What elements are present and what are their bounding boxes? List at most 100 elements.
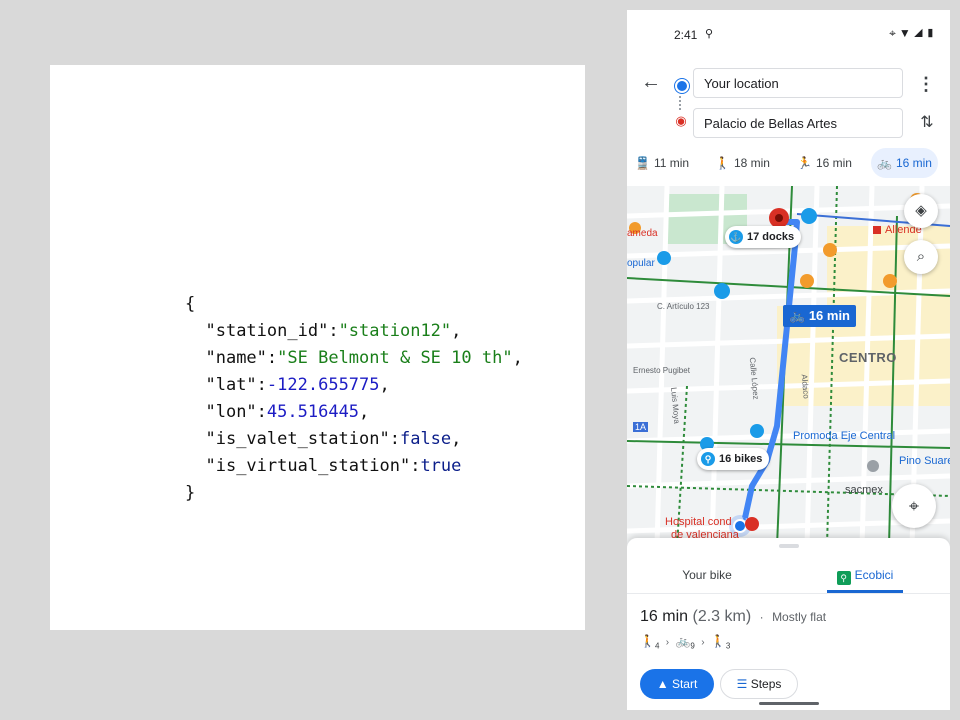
json-value: 45.516445: [266, 402, 360, 422]
navigation-icon: ▲: [656, 677, 672, 691]
json-comma: ,: [359, 402, 370, 422]
json-line: "is_virtual_station":true: [205, 456, 462, 476]
separator-dot: ·: [759, 610, 764, 624]
json-value: true: [420, 456, 462, 476]
map-label-opular: opular: [627, 258, 655, 269]
trip-steps: 🚶4 › 🚲9 › 🚶3: [640, 634, 730, 650]
map-label-hospital-1: Hospital cond: [665, 516, 732, 528]
map-label-sacmex: sacmex: [845, 484, 883, 496]
json-key: "is_valet_station": [205, 429, 390, 449]
json-comma: ,: [379, 375, 390, 395]
search-icon[interactable]: ⌕: [904, 240, 938, 274]
map-label-eje: 1A: [633, 422, 649, 432]
mode-walk-label: 18 min: [733, 156, 770, 170]
json-comma: ,: [451, 321, 462, 341]
map-label-articulo: C. Artículo 123: [657, 302, 710, 311]
json-value: "station12": [338, 321, 452, 341]
bottom-sheet[interactable]: Your bike ⚲ Ecobici 16 min (2.3 km) · Mos…: [627, 538, 950, 710]
location-status-icon: ⚲: [705, 28, 714, 40]
origin-dot-icon: [675, 79, 689, 93]
home-indicator: [759, 702, 819, 705]
more-vert-icon[interactable]: ⋮: [916, 72, 936, 96]
bike-station-icon: ⚲: [701, 452, 715, 467]
status-time: 2:41: [674, 28, 698, 42]
tab-ecobici[interactable]: ⚲ Ecobici: [827, 560, 903, 593]
tab-divider: [627, 593, 950, 594]
bike-icon: 🚲: [675, 634, 691, 648]
mode-ride[interactable]: 🏃 16 min: [791, 148, 858, 178]
map-label-pino-suarez: Pino Suare: [899, 455, 950, 467]
step-count-walk-2: 3: [725, 641, 731, 651]
map-label-centro: CENTRO: [839, 350, 897, 365]
mode-bike[interactable]: 🚲 16 min: [871, 148, 938, 178]
json-close-brace: }: [185, 483, 196, 503]
origin-field[interactable]: Your location: [693, 68, 903, 98]
bubble-bikes[interactable]: ⚲ 16 bikes: [697, 448, 770, 470]
step-count-bike: 9: [690, 641, 695, 651]
ride-icon: 🏃: [797, 156, 812, 170]
bubble-docks[interactable]: ⚓ 17 docks: [725, 226, 802, 248]
chevron-right-icon: ›: [665, 637, 670, 648]
map-label-ameda: ameda: [627, 228, 658, 239]
json-open-brace: {: [185, 294, 196, 314]
steps-button[interactable]: ☰ Steps: [720, 669, 798, 699]
json-line: "lat":-122.655775,: [205, 375, 390, 395]
route-connector: [679, 96, 683, 110]
bike-icon: 🚲: [877, 156, 892, 170]
bubble-docks-label: 17 docks: [747, 231, 795, 243]
json-line: "station_id":"station12",: [205, 321, 462, 341]
trip-summary: 16 min (2.3 km) · Mostly flat: [640, 608, 826, 626]
json-key: "station_id": [205, 321, 329, 341]
json-key: "name": [205, 348, 267, 368]
route-time-label: 16 min: [808, 308, 850, 323]
json-comma: ,: [512, 348, 523, 368]
arrow-back-icon[interactable]: ←: [639, 70, 663, 94]
tab-your-bike[interactable]: Your bike: [657, 560, 757, 590]
walk-icon: 🚶: [715, 156, 730, 170]
dock-icon: ⚓: [729, 230, 743, 245]
mode-bike-label: 16 min: [895, 156, 932, 170]
sheet-drag-handle[interactable]: [779, 544, 799, 548]
json-value: "SE Belmont & SE 10 th": [277, 348, 513, 368]
mode-ride-label: 16 min: [815, 156, 852, 170]
start-button[interactable]: ▲ Start: [640, 669, 714, 699]
my-location-icon[interactable]: ⌖: [892, 484, 936, 528]
json-line: "lon":45.516445,: [205, 402, 370, 422]
mode-transit[interactable]: 🚆 11 min: [629, 148, 695, 178]
destination-field[interactable]: Palacio de Bellas Artes: [693, 108, 903, 138]
json-value: -122.655775: [266, 375, 380, 395]
code-panel: { "station_id":"station12", "name":"SE B…: [50, 65, 585, 630]
travel-mode-tabs: 🚆 11 min 🚶 18 min 🏃 16 min 🚲 16 min: [627, 148, 950, 178]
json-comma: ,: [451, 429, 462, 449]
trip-distance: (2.3 km): [692, 608, 752, 625]
walk-icon: 🚶: [710, 634, 726, 648]
status-bar: 2:41 ⚲ ⌖▼◢▮: [627, 10, 950, 58]
mode-walk[interactable]: 🚶 18 min: [709, 148, 776, 178]
trip-duration: 16 min: [640, 608, 689, 625]
swap-icon[interactable]: ⇅: [916, 112, 938, 134]
json-key: "lat": [205, 375, 257, 395]
transit-icon: 🚆: [635, 156, 650, 170]
json-value: false: [399, 429, 452, 449]
json-line: "name":"SE Belmont & SE 10 th",: [205, 348, 523, 368]
trip-terrain: Mostly flat: [772, 610, 827, 624]
start-label: Start: [671, 677, 698, 691]
list-icon: ☰: [736, 677, 751, 691]
step-count-walk-1: 4: [654, 641, 660, 651]
system-status-icons: ⌖▼◢▮: [889, 26, 938, 40]
layers-icon[interactable]: ◈: [904, 194, 938, 228]
tab-ecobici-label: Ecobici: [854, 568, 894, 582]
mode-transit-label: 11 min: [653, 156, 690, 170]
route-time-badge[interactable]: 🚲 16 min: [783, 305, 856, 327]
map-view[interactable]: CENTRO Allende Promoda Eje Central Pino …: [627, 186, 950, 546]
map-label-pugibet: Ernesto Pugibet: [633, 366, 690, 375]
steps-label: Steps: [750, 677, 782, 691]
tab-your-bike-label: Your bike: [682, 568, 732, 582]
map-label-promoda: Promoda Eje Central: [793, 430, 896, 442]
chevron-right-icon: ›: [701, 637, 705, 648]
json-line: "is_valet_station":false,: [205, 429, 462, 449]
ecobici-icon: ⚲: [836, 571, 851, 585]
bubble-bikes-label: 16 bikes: [719, 453, 763, 465]
phone-screen: 2:41 ⚲ ⌖▼◢▮ ← ◉ Your location Palacio de…: [627, 10, 950, 710]
json-code-block: { "station_id":"station12", "name":"SE B…: [185, 291, 523, 507]
